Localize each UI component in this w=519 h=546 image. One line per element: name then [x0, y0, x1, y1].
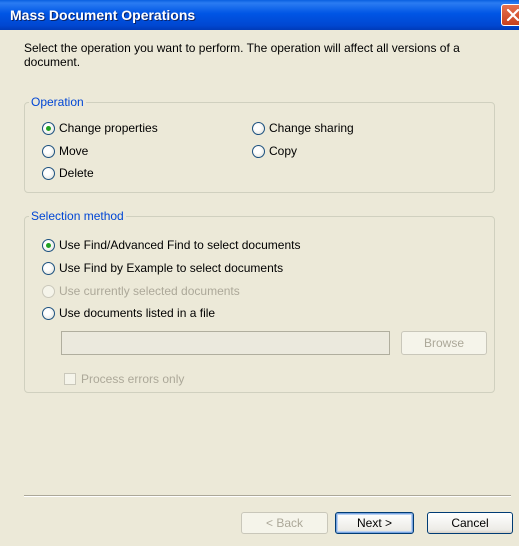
close-icon	[506, 8, 519, 22]
radio-label: Copy	[269, 144, 298, 158]
back-button[interactable]: < Back	[241, 512, 328, 534]
radio-change-sharing[interactable]: Change sharing	[252, 121, 354, 135]
radio-indicator	[252, 121, 265, 135]
radio-indicator	[42, 166, 55, 180]
selection-method-legend: Selection method	[31, 209, 124, 223]
radio-use-documents-in-file[interactable]: Use documents listed in a file	[42, 306, 215, 320]
radio-use-find-advanced[interactable]: Use Find/Advanced Find to select documen…	[42, 238, 300, 252]
radio-label: Move	[59, 144, 89, 158]
footer-divider	[24, 495, 511, 497]
radio-indicator	[42, 284, 55, 298]
radio-label: Use Find/Advanced Find to select documen…	[59, 238, 301, 252]
radio-indicator	[42, 121, 55, 135]
file-path-input[interactable]	[61, 331, 390, 355]
radio-label: Delete	[59, 166, 94, 180]
cancel-button[interactable]: Cancel	[427, 512, 513, 534]
radio-label: Use Find by Example to select documents	[59, 261, 284, 275]
close-button[interactable]	[501, 4, 519, 26]
browse-button[interactable]: Browse	[401, 331, 487, 355]
radio-indicator	[42, 238, 55, 252]
operation-legend: Operation	[31, 95, 84, 109]
checkbox-label: Process errors only	[81, 372, 185, 386]
title-bar[interactable]: Mass Document Operations	[0, 0, 519, 30]
radio-label: Change sharing	[269, 121, 354, 135]
radio-indicator	[42, 144, 55, 158]
radio-indicator	[42, 261, 55, 275]
radio-label: Use currently selected documents	[59, 284, 240, 298]
radio-indicator	[252, 144, 265, 158]
dialog-title: Mass Document Operations	[10, 7, 196, 23]
radio-indicator	[42, 306, 55, 320]
radio-change-properties[interactable]: Change properties	[42, 121, 158, 135]
selection-method-group: Selection method	[24, 209, 495, 393]
radio-delete[interactable]: Delete	[42, 166, 94, 180]
process-errors-only-checkbox[interactable]: Process errors only	[64, 372, 184, 386]
next-button[interactable]: Next >	[335, 512, 414, 534]
mass-document-operations-dialog: Mass Document Operations Select the oper…	[0, 0, 519, 546]
radio-copy[interactable]: Copy	[252, 144, 297, 158]
checkbox-indicator	[64, 373, 76, 385]
radio-label: Use documents listed in a file	[59, 306, 216, 320]
intro-text: Select the operation you want to perform…	[24, 41, 460, 69]
radio-use-find-by-example[interactable]: Use Find by Example to select documents	[42, 261, 283, 275]
radio-use-currently-selected: Use currently selected documents	[42, 284, 240, 298]
radio-label: Change properties	[59, 121, 158, 135]
radio-move[interactable]: Move	[42, 144, 88, 158]
